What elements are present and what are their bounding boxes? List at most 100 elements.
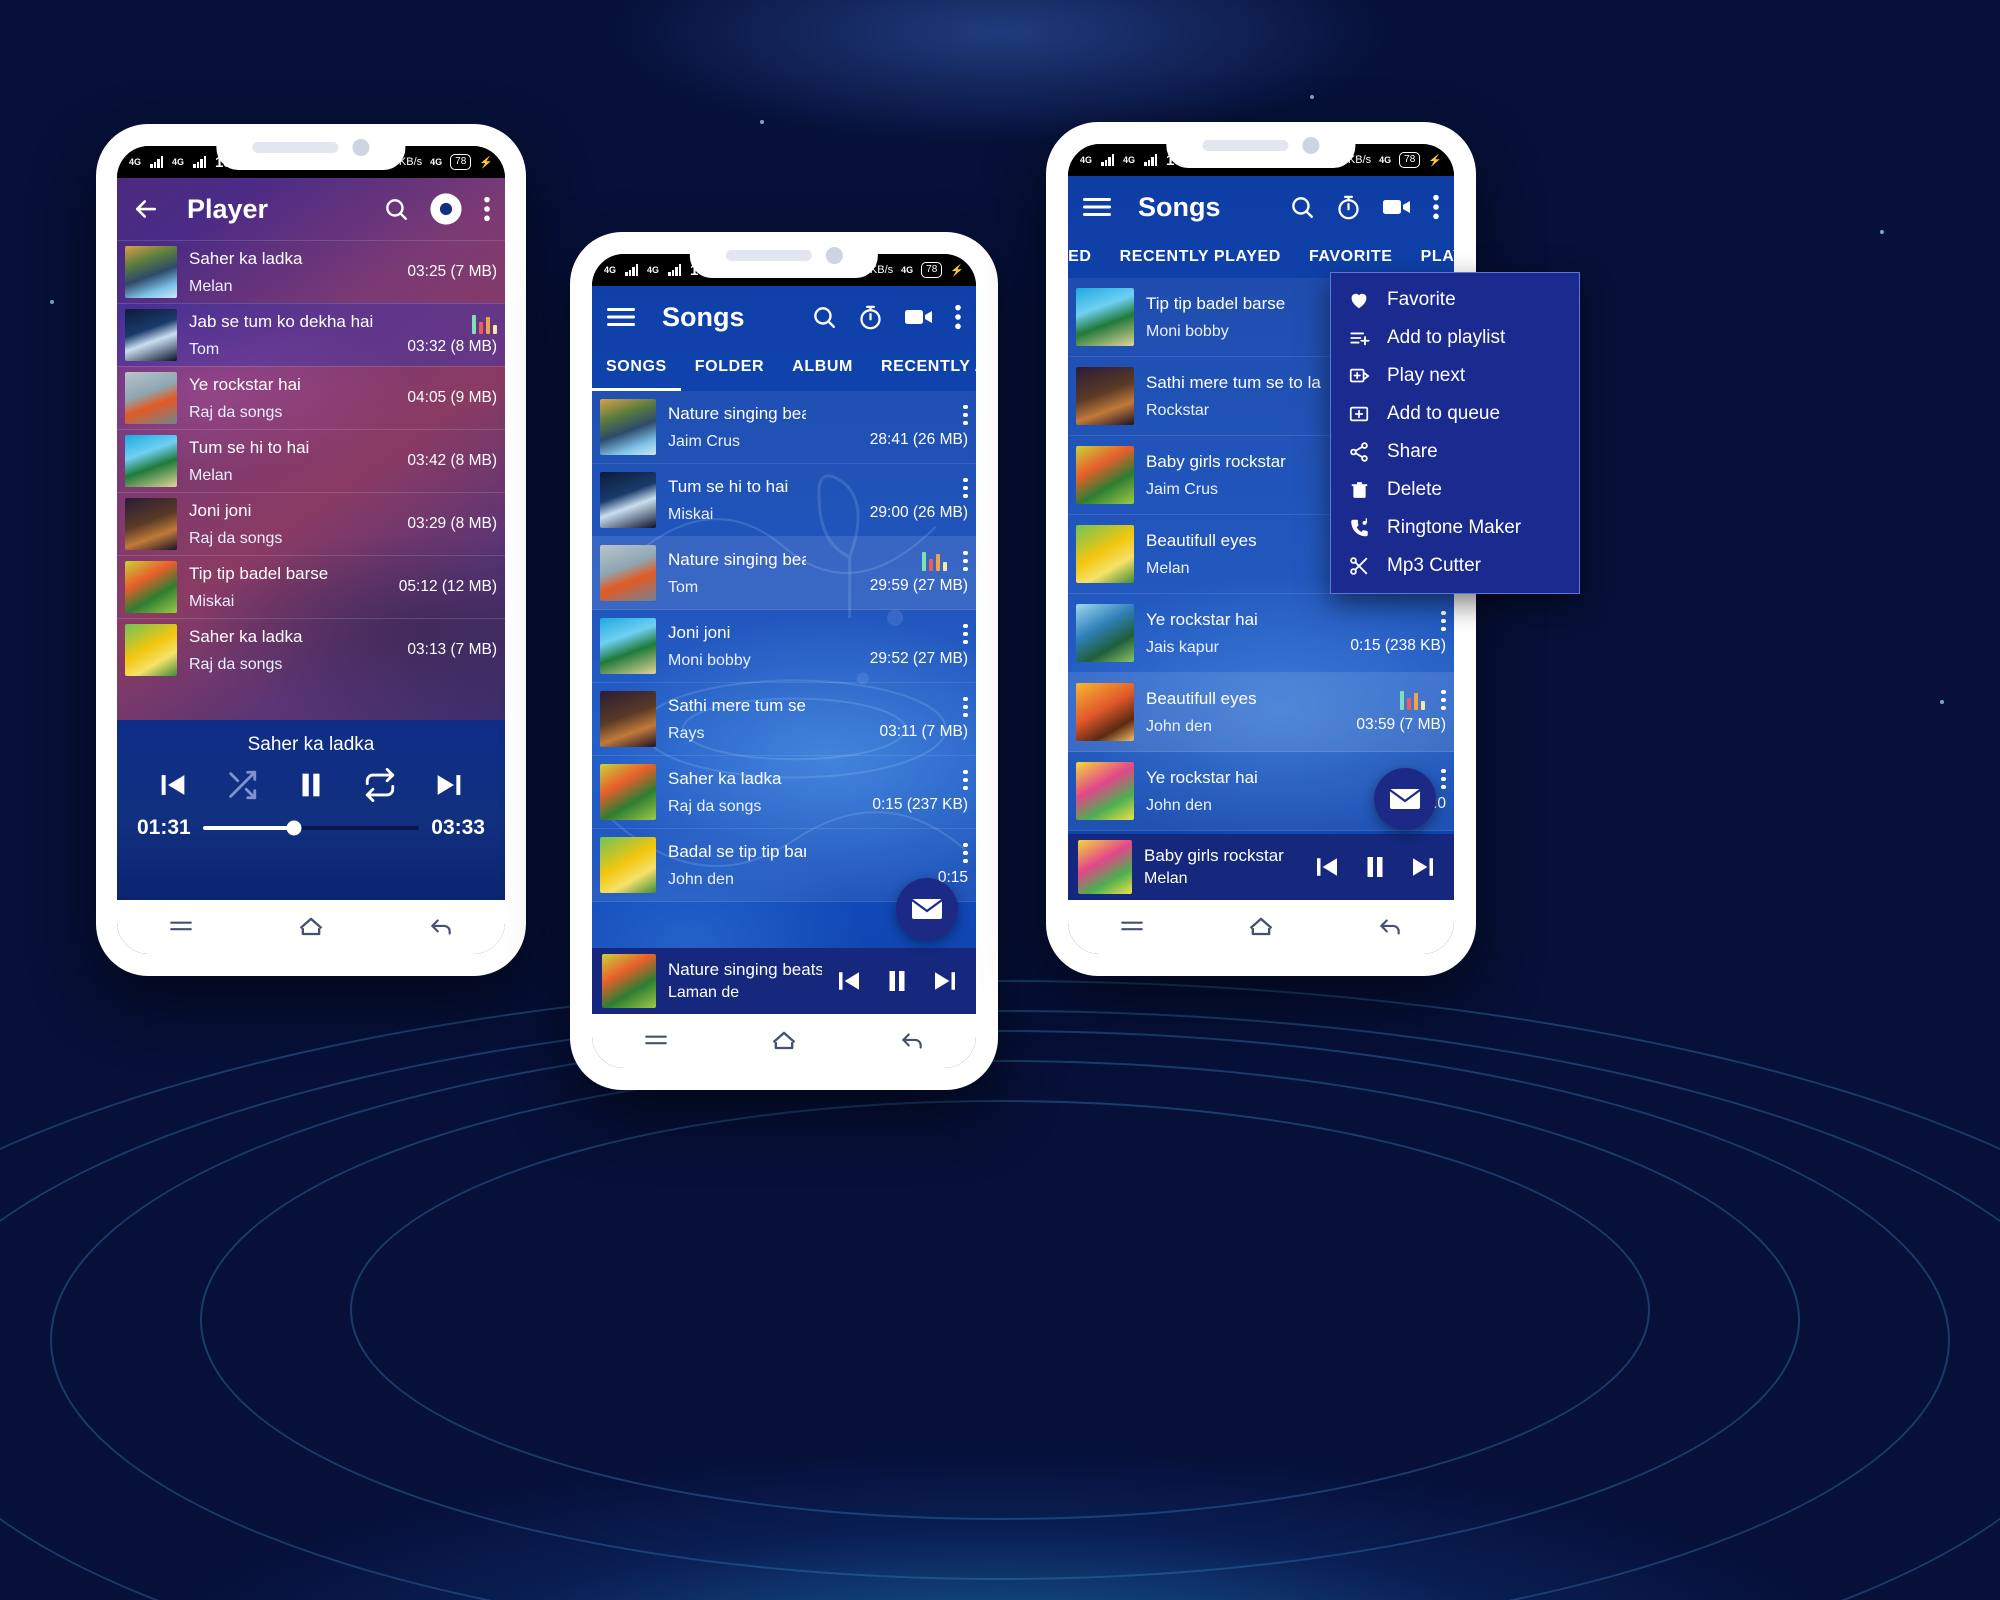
phone2-notch	[689, 232, 879, 278]
front-camera	[352, 138, 370, 156]
song-row[interactable]: Tum se hi to hai Melan 03:42 (8 MB)	[117, 429, 505, 492]
nav-back-icon[interactable]	[428, 914, 454, 940]
video-icon[interactable]	[1382, 195, 1412, 219]
row-more-icon[interactable]	[1441, 689, 1446, 711]
song-row[interactable]: Sathi mere tum se to lagan Rays 03:11 (7 M…	[592, 683, 976, 756]
song-row[interactable]: Joni joni Raj da songs 03:29 (8 MB)	[117, 492, 505, 555]
phone2-tab-bar[interactable]: SONGSFOLDERALBUMRECENTLY ADDED	[592, 348, 976, 391]
video-icon[interactable]	[904, 305, 934, 329]
song-row[interactable]: Saher ka ladka Melan 03:25 (7 MB)	[117, 240, 505, 303]
phone2-song-list[interactable]: Nature singing beats slowlly Jaim Crus 28:…	[592, 391, 976, 902]
row-more-icon[interactable]	[963, 623, 968, 645]
sleep-timer-icon[interactable]	[857, 304, 884, 331]
phone2-mini-player[interactable]: Nature singing beats slo.. Laman de	[592, 948, 976, 1014]
total-time: 03:33	[431, 816, 485, 839]
more-vertical-icon[interactable]	[483, 195, 491, 223]
menu-item-share[interactable]: Share	[1331, 433, 1579, 471]
nav-home-icon[interactable]	[1247, 913, 1275, 941]
row-more-icon[interactable]	[963, 550, 968, 572]
signal-bars-2	[1144, 154, 1158, 166]
skip-previous-icon[interactable]	[1312, 852, 1342, 882]
nav-back-icon[interactable]	[1377, 914, 1403, 940]
arrow-left-icon[interactable]	[131, 194, 161, 224]
sleep-timer-icon[interactable]	[1335, 194, 1362, 221]
song-row[interactable]: Nature singing beats slowlly Tom 29:59 (27…	[592, 537, 976, 610]
shuffle-icon[interactable]	[225, 768, 259, 802]
seek-bar[interactable]	[202, 820, 420, 836]
more-vertical-icon[interactable]	[954, 303, 962, 331]
nav-menu-icon[interactable]	[643, 1028, 669, 1054]
network-type-1: 4G	[604, 264, 617, 275]
mail-fab-button[interactable]	[1374, 768, 1436, 830]
song-title: Saher ka ladka	[189, 626, 303, 646]
song-row[interactable]: Tip tip badel barse Miskai 05:12 (12 MB)	[117, 555, 505, 618]
nav-home-icon[interactable]	[297, 913, 325, 941]
skip-previous-icon[interactable]	[156, 768, 190, 802]
song-artist: Rockstar	[1146, 401, 1210, 419]
menu-item-add-to-queue[interactable]: Add to queue	[1331, 395, 1579, 433]
tab-songs[interactable]: SONGS	[592, 348, 681, 391]
tab-album[interactable]: ALBUM	[778, 348, 867, 391]
skip-previous-icon[interactable]	[834, 966, 864, 996]
row-more-icon[interactable]	[1441, 610, 1446, 632]
record-icon[interactable]	[429, 192, 463, 226]
search-icon[interactable]	[811, 304, 837, 330]
pause-icon[interactable]	[294, 768, 328, 802]
pause-icon[interactable]	[1360, 852, 1390, 882]
album-art	[125, 624, 177, 676]
song-row[interactable]: Beautifull eyes John den 03:59 (7 MB)	[1068, 673, 1454, 752]
mail-fab-button[interactable]	[896, 878, 958, 940]
song-artist: John den	[1146, 717, 1212, 735]
song-row[interactable]: Nature singing beats slowlly Jaim Crus 28:…	[592, 391, 976, 464]
skip-next-icon[interactable]	[1408, 852, 1438, 882]
nav-back-icon[interactable]	[899, 1028, 925, 1054]
menu-item-add-to-playlist[interactable]: Add to playlist	[1331, 319, 1579, 357]
song-row[interactable]: Jab se tum ko dekha hai Tom 03:32 (8 MB)	[117, 303, 505, 366]
menu-item-mp3-cutter[interactable]: Mp3 Cutter	[1331, 547, 1579, 585]
song-title: Ye rockstar hai	[1146, 767, 1258, 787]
song-row[interactable]: Ye rockstar hai Jais kapur 0:15 (238 KB)	[1068, 594, 1454, 673]
signal-bars-2	[668, 264, 682, 276]
hamburger-icon[interactable]	[606, 304, 636, 330]
skip-next-icon[interactable]	[432, 768, 466, 802]
song-row[interactable]: Saher ka ladka Raj da songs 0:15 (237 KB)	[592, 756, 976, 829]
row-more-icon[interactable]	[963, 404, 968, 426]
skip-next-icon[interactable]	[930, 966, 960, 996]
menu-item-delete[interactable]: Delete	[1331, 471, 1579, 509]
more-vertical-icon[interactable]	[1432, 193, 1440, 221]
song-context-menu[interactable]: Favorite Add to playlist Play next Add to q…	[1330, 272, 1580, 594]
phone3-mini-player[interactable]: Baby girls rockstar Melan	[1068, 834, 1454, 900]
nav-home-icon[interactable]	[770, 1027, 798, 1055]
menu-item-favorite[interactable]: Favorite	[1331, 281, 1579, 319]
phone1-song-list[interactable]: Saher ka ladka Melan 03:25 (7 MB) Jab se tu…	[117, 240, 505, 681]
hamburger-icon[interactable]	[1082, 194, 1112, 220]
tab-recently-played[interactable]: RECENTLY PLAYED	[1106, 238, 1295, 278]
tab-folder[interactable]: FOLDER	[681, 348, 778, 391]
pause-icon[interactable]	[882, 966, 912, 996]
row-more-icon[interactable]	[963, 769, 968, 791]
nav-menu-icon[interactable]	[1119, 914, 1145, 940]
song-duration-size: 03:42 (8 MB)	[407, 452, 497, 469]
tab-ded[interactable]: DED	[1068, 238, 1106, 278]
nav-menu-icon[interactable]	[168, 914, 194, 940]
front-camera	[825, 246, 843, 264]
search-icon[interactable]	[383, 196, 409, 222]
network-type-1: 4G	[1080, 154, 1093, 165]
song-meta-group: 05:12 (12 MB)	[399, 563, 497, 611]
song-title: Beautifull eyes	[1146, 688, 1257, 708]
menu-item-ringtone-maker[interactable]: Ringtone Maker	[1331, 509, 1579, 547]
song-meta-group: 0:15	[818, 842, 968, 888]
menu-item-play-next[interactable]: Play next	[1331, 357, 1579, 395]
song-row[interactable]: Joni joni Moni bobby 29:52 (27 MB)	[592, 610, 976, 683]
song-row[interactable]: Ye rockstar hai Raj da songs 04:05 (9 MB)	[117, 366, 505, 429]
row-more-icon[interactable]	[963, 477, 968, 499]
row-more-icon[interactable]	[963, 842, 968, 864]
search-icon[interactable]	[1289, 194, 1315, 220]
song-row[interactable]: Tum se hi to hai Miskai 29:00 (26 MB)	[592, 464, 976, 537]
repeat-icon[interactable]	[363, 768, 397, 802]
row-more-icon[interactable]	[1441, 768, 1446, 790]
row-more-icon[interactable]	[963, 696, 968, 718]
tab-recently-added[interactable]: RECENTLY ADDED	[867, 348, 976, 391]
song-row[interactable]: Saher ka ladka Raj da songs 03:13 (7 MB)	[117, 618, 505, 681]
network-type-3: 4G	[901, 264, 914, 275]
